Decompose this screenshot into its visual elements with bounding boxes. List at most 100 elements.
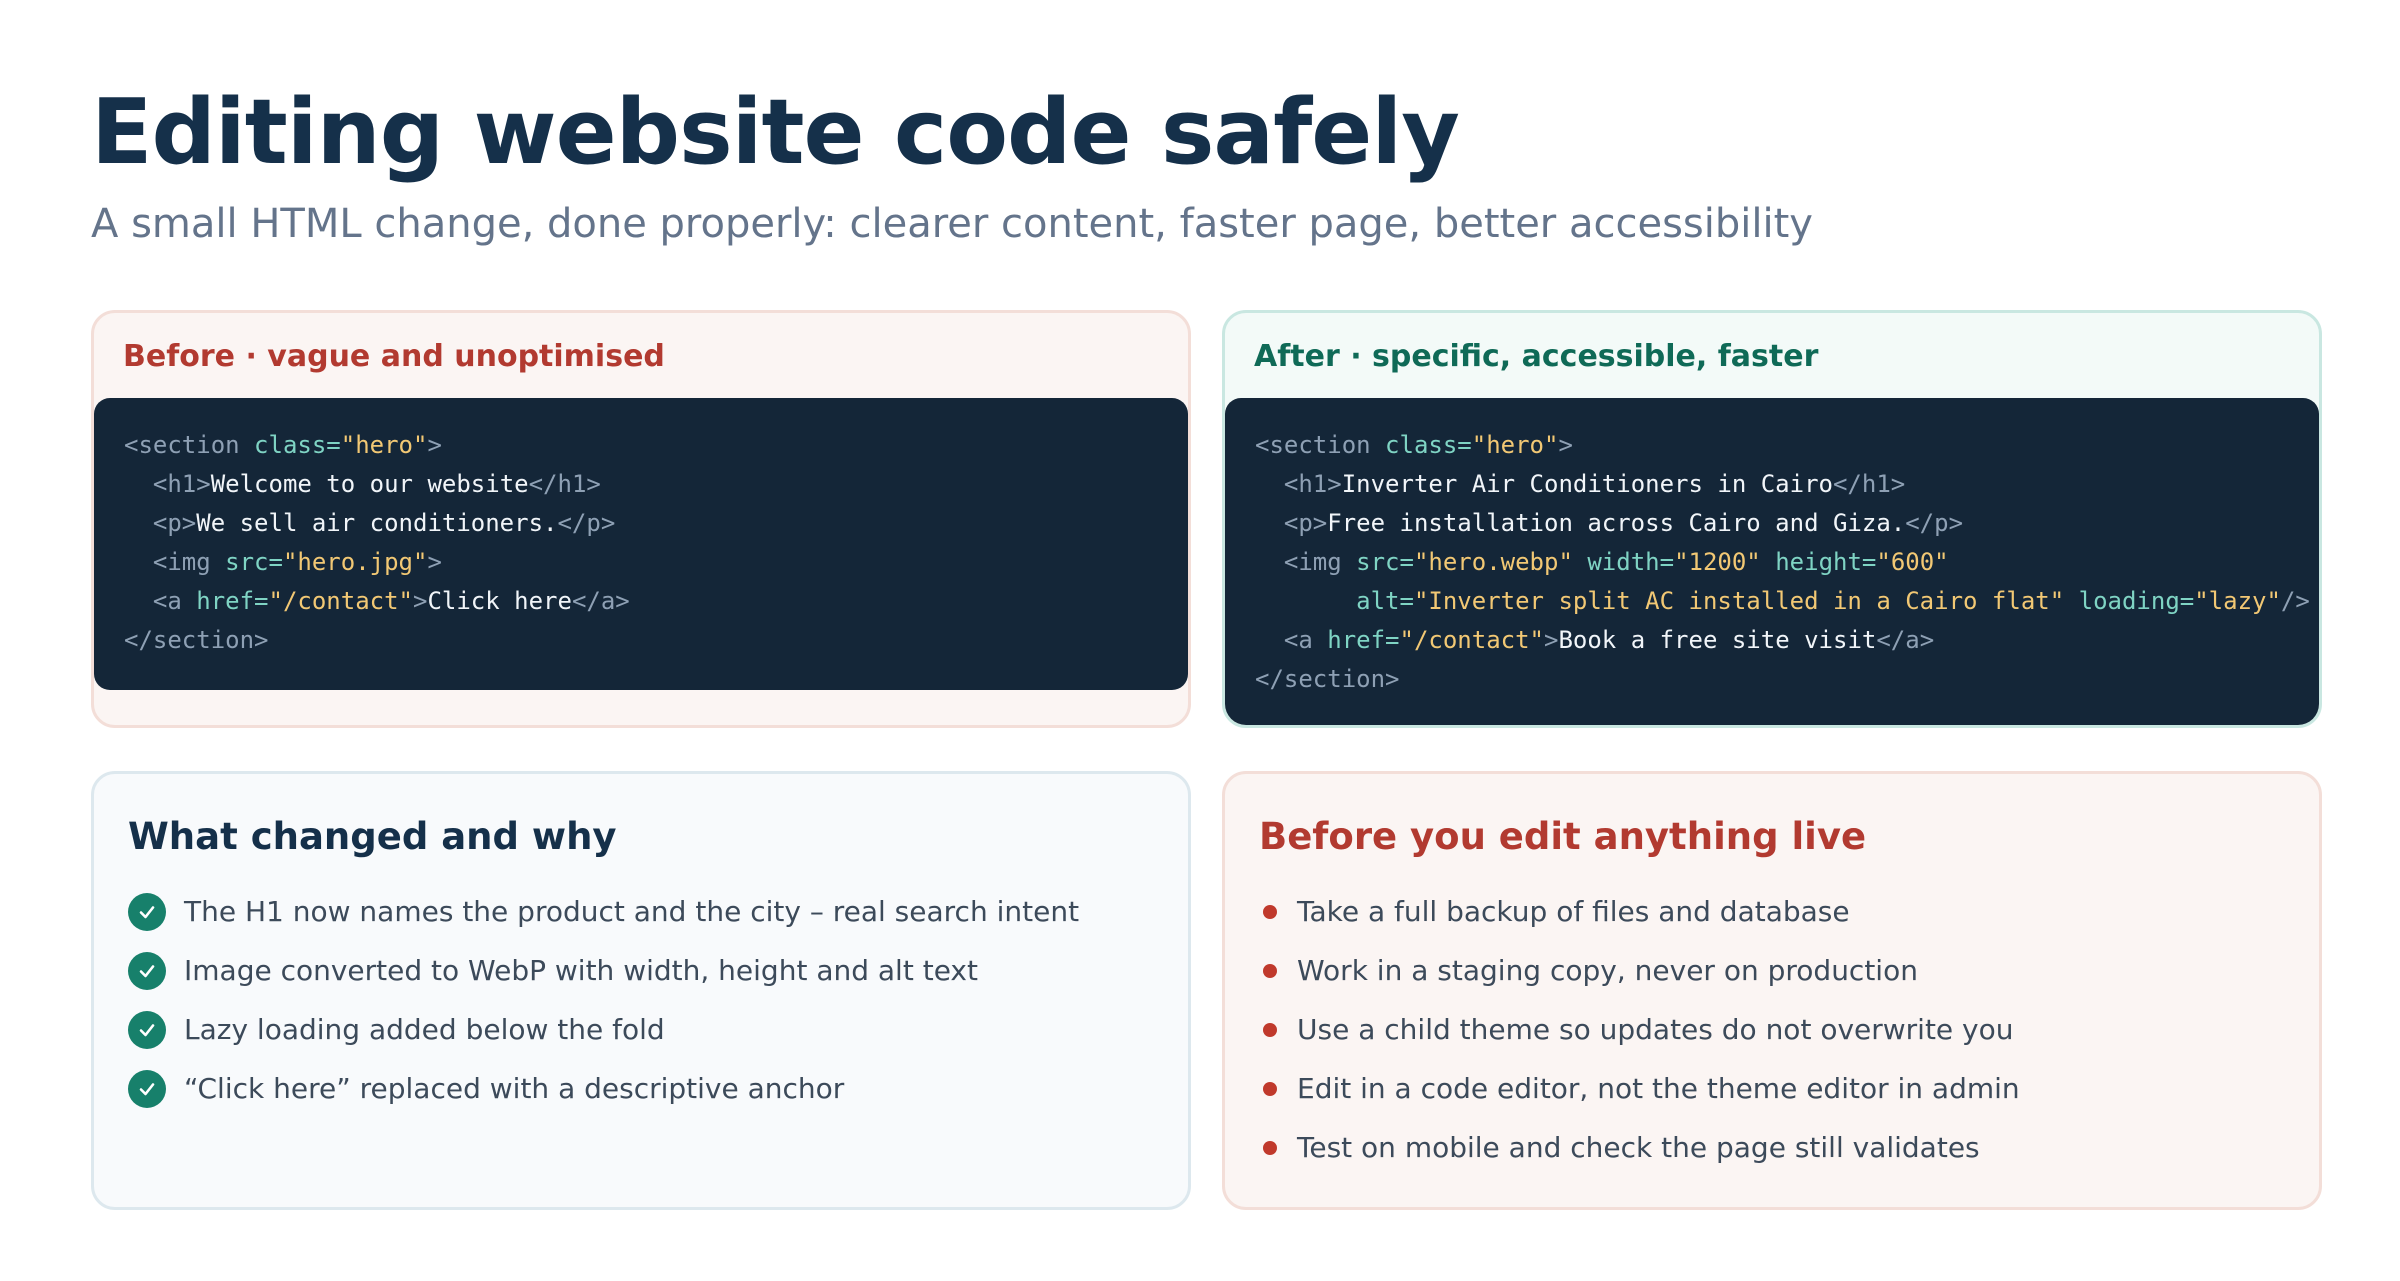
what-changed-title: What changed and why — [128, 815, 617, 858]
code-token-tag: </p> — [557, 509, 616, 537]
code-token-str: "/contact" — [268, 587, 414, 615]
list-item: Edit in a code editor, not the theme edi… — [1259, 1059, 2020, 1118]
code-token-text: Inverter Air Conditioners in Cairo — [1341, 470, 1833, 498]
code-token-tag: <h1> — [1255, 470, 1342, 498]
code-token-tag: <a — [124, 587, 197, 615]
code-token-tag: > — [1558, 431, 1573, 459]
code-token-str: "lazy" — [2194, 587, 2281, 615]
code-token-tag: </section> — [1255, 665, 1400, 693]
code-token-attr: src= — [225, 548, 283, 576]
code-token-str: "hero" — [1471, 431, 1559, 459]
code-token-attr: height= — [1775, 548, 1877, 576]
code-token-attr: width= — [1587, 548, 1675, 576]
list-item: Image converted to WebP with width, heig… — [128, 941, 1079, 1000]
code-token-tag: </h1> — [528, 470, 601, 498]
code-token-str: "hero.jpg" — [282, 548, 428, 576]
code-token-text: Free installation across Cairo and Giza. — [1327, 509, 1906, 537]
code-token-str: "Inverter split AC installed in a Cairo … — [1413, 587, 2065, 615]
list-item-text: “Click here” replaced with a descriptive… — [184, 1071, 845, 1105]
list-item-text: Lazy loading added below the fold — [184, 1012, 665, 1046]
code-token-attr: alt= — [1356, 587, 1414, 615]
code-token-tag: > — [1544, 626, 1559, 654]
code-token-str: "hero.webp" — [1413, 548, 1573, 576]
what-changed-panel: What changed and why The H1 now names th… — [91, 771, 1191, 1210]
before-code-block: <section class="hero"> <h1>Welcome to ou… — [94, 398, 1188, 690]
code-token-attr: class= — [254, 431, 341, 459]
before-card-label: Before · vague and unoptimised — [123, 339, 665, 374]
list-item-text: The H1 now names the product and the cit… — [184, 894, 1080, 928]
what-changed-list: The H1 now names the product and the cit… — [128, 882, 1079, 1118]
code-token-tag: /> — [2280, 587, 2310, 615]
code-line: <h1>Inverter Air Conditioners in Cairo</… — [1255, 465, 2289, 504]
code-token-str: "/contact" — [1399, 626, 1545, 654]
code-token-tag: </p> — [1905, 509, 1964, 537]
code-line: <p>We sell air conditioners.</p> — [124, 504, 1158, 543]
code-line: </section> — [124, 621, 1158, 660]
code-token-str: "hero" — [340, 431, 428, 459]
code-line: <a href="/contact">Book a free site visi… — [1255, 621, 2289, 660]
code-token-tag: </section> — [124, 626, 269, 654]
list-item-text: Take a full backup of files and database — [1297, 894, 1850, 928]
checklist-title: Before you edit anything live — [1259, 815, 1867, 858]
code-token-attr: src= — [1356, 548, 1414, 576]
bullet-dot-icon — [1263, 1022, 1277, 1037]
code-token-str: "1200" — [1674, 548, 1761, 576]
code-line: <a href="/contact">Click here</a> — [124, 582, 1158, 621]
pre-edit-checklist-panel: Before you edit anything live Take a ful… — [1222, 771, 2322, 1210]
code-token-tag: </a> — [1876, 626, 1935, 654]
code-token-tag — [1255, 587, 1356, 615]
bullet-dot-icon — [1263, 1081, 1277, 1096]
list-item-text: Test on mobile and check the page still … — [1297, 1130, 1980, 1164]
page: Editing website code safely A small HTML… — [0, 0, 2400, 1281]
code-token-attr: href= — [196, 587, 269, 615]
list-item: Test on mobile and check the page still … — [1259, 1118, 2020, 1177]
code-line: <h1>Welcome to our website</h1> — [124, 465, 1158, 504]
list-item: Use a child theme so updates do not over… — [1259, 1000, 2020, 1059]
code-line: alt="Inverter split AC installed in a Ca… — [1255, 582, 2310, 621]
code-token-text: Book a free site visit — [1558, 626, 1877, 654]
code-token-tag: <p> — [124, 509, 197, 537]
bullet-dot-icon — [1263, 963, 1277, 978]
after-code-block: <section class="hero"> <h1>Inverter Air … — [1225, 398, 2319, 725]
code-token-tag — [1573, 548, 1587, 576]
code-token-tag: <p> — [1255, 509, 1328, 537]
check-circle-icon — [128, 1010, 166, 1049]
code-line: </section> — [1255, 660, 2289, 699]
list-item: Lazy loading added below the fold — [128, 1000, 1079, 1059]
code-line: <section class="hero"> — [1255, 426, 2289, 465]
list-item-text: Image converted to WebP with width, heig… — [184, 953, 978, 987]
code-token-tag: <img — [124, 548, 226, 576]
code-token-tag: <section — [124, 431, 255, 459]
page-subtitle: A small HTML change, done properly: clea… — [91, 201, 1813, 247]
check-circle-icon — [128, 892, 166, 931]
code-line: <img src="hero.webp" width="1200" height… — [1255, 543, 2289, 582]
page-title: Editing website code safely — [91, 80, 1460, 185]
code-token-tag: </h1> — [1832, 470, 1906, 498]
code-token-tag — [1761, 548, 1775, 576]
code-token-str: "600" — [1876, 548, 1949, 576]
bullet-dot-icon — [1263, 1140, 1277, 1155]
code-line: <img src="hero.jpg"> — [124, 543, 1158, 582]
check-circle-icon — [128, 1069, 166, 1108]
code-token-tag: <h1> — [124, 470, 211, 498]
list-item-text: Edit in a code editor, not the theme edi… — [1297, 1071, 2020, 1105]
code-token-text: Click here — [427, 587, 572, 615]
list-item: Work in a staging copy, never on product… — [1259, 941, 2020, 1000]
code-token-attr: href= — [1327, 626, 1400, 654]
code-token-tag: <section — [1255, 431, 1386, 459]
list-item: Take a full backup of files and database — [1259, 882, 2020, 941]
list-item: The H1 now names the product and the cit… — [128, 882, 1079, 941]
code-token-tag: <a — [1255, 626, 1328, 654]
after-card: After · specific, accessible, faster <se… — [1222, 310, 2322, 728]
code-token-attr: loading= — [2078, 587, 2195, 615]
list-item: “Click here” replaced with a descriptive… — [128, 1059, 1079, 1118]
code-token-tag: <img — [1255, 548, 1357, 576]
code-token-tag: > — [427, 431, 442, 459]
after-card-label: After · specific, accessible, faster — [1254, 339, 1819, 374]
code-token-tag: > — [427, 548, 442, 576]
code-token-text: Welcome to our website — [210, 470, 529, 498]
code-token-attr: class= — [1385, 431, 1472, 459]
list-item-text: Use a child theme so updates do not over… — [1297, 1012, 2014, 1046]
check-circle-icon — [128, 951, 166, 990]
code-token-tag: > — [413, 587, 428, 615]
